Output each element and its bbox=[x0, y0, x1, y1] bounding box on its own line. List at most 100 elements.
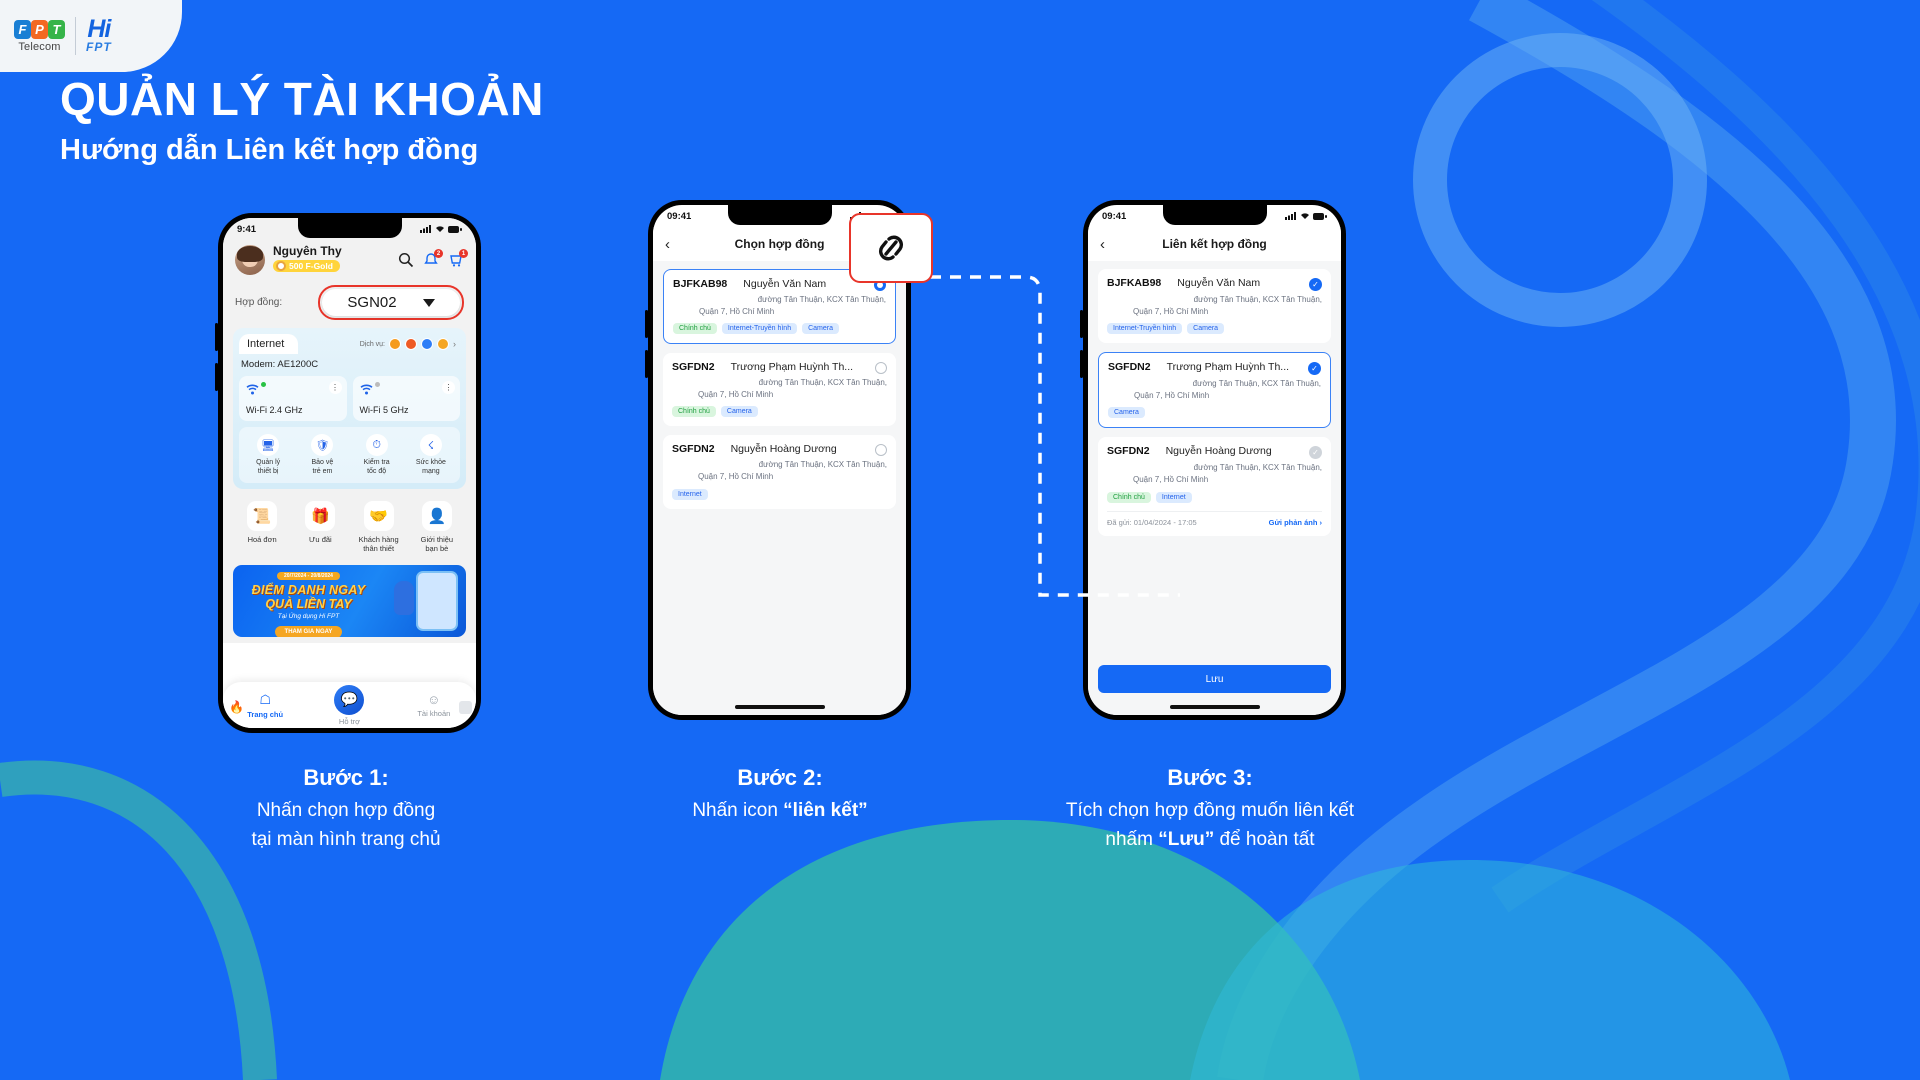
link-icon-callout[interactable] bbox=[849, 213, 933, 283]
home-header: Nguyên Thy 500 F-Gold 2 1 Hợp đồng: SGN0… bbox=[223, 240, 476, 328]
tag-service: Camera bbox=[802, 323, 839, 335]
step-line-1: Nhấn chọn hợp đồng bbox=[256, 800, 436, 821]
service-label: Giới thiệu bạn bè bbox=[420, 534, 454, 554]
banner-mascot bbox=[394, 581, 414, 615]
widget-icon[interactable] bbox=[459, 701, 472, 714]
kebab-menu-icon[interactable]: ⋮ bbox=[328, 381, 342, 394]
contract-dropdown[interactable]: SGN02 bbox=[322, 289, 460, 316]
tag-row: Chính chủ Internet-Truyền hình Camera bbox=[673, 323, 886, 335]
status-dot-online bbox=[261, 382, 267, 387]
checkbox-checked-icon[interactable]: ✓ bbox=[1309, 278, 1322, 291]
support-icon: 💬 bbox=[334, 684, 365, 715]
avatar[interactable] bbox=[235, 245, 265, 275]
fpt-letter-f: F bbox=[14, 19, 31, 39]
gift-icon: 🎁 bbox=[305, 500, 336, 531]
banner-cta-button[interactable]: THAM GIA NGAY bbox=[274, 626, 343, 637]
checkbox-checked-icon[interactable]: ✓ bbox=[1308, 362, 1321, 376]
service-invoice[interactable]: 📜 Hoá đơn bbox=[233, 500, 291, 555]
nav-support[interactable]: 💬 Hỗ trợ bbox=[307, 684, 391, 726]
status-dot-offline bbox=[374, 382, 380, 387]
phone-notch bbox=[1162, 205, 1267, 225]
step-desc: Nhấn chọn hợp đồng tại màn hình trang ch… bbox=[116, 797, 576, 854]
service-icons-row: Dịch vụ: › bbox=[360, 338, 460, 350]
step-title: Bước 1: bbox=[303, 765, 389, 790]
card-header: SGFDN2 Trương Phạm Huỳnh Th... bbox=[672, 361, 887, 375]
volume-down-button[interactable] bbox=[215, 363, 218, 391]
contract-card[interactable]: SGFDN2 Nguyễn Hoàng Dương đường Tân Thuậ… bbox=[663, 435, 896, 509]
service-label: Ưu đãi bbox=[309, 534, 332, 544]
step-line-1: Nhấn icon bbox=[692, 800, 784, 821]
checkbox-disabled-icon: ✓ bbox=[1309, 446, 1322, 460]
service-loyalty[interactable]: 🤝 Khách hàng thân thiết bbox=[350, 500, 408, 555]
fpt-telecom-label: Telecom bbox=[18, 40, 61, 53]
tool-child-protection[interactable]: 🛡 Bảo vệ trẻ em bbox=[295, 434, 349, 477]
step-line-1: Tích chọn hợp đồng muốn liên kết bbox=[1065, 800, 1355, 821]
page-subtitle: Hướng dẫn Liên kết hợp đồng bbox=[60, 134, 479, 166]
contract-label: Hợp đồng: bbox=[235, 297, 283, 308]
tag-row: Internet bbox=[672, 488, 887, 500]
search-icon[interactable] bbox=[398, 252, 414, 268]
banner-date: 20/7/2024 - 20/8/2024 bbox=[277, 572, 340, 580]
invoice-icon: 📜 bbox=[247, 500, 278, 531]
address-line-2: Quận 7, Hồ Chí Minh bbox=[698, 471, 774, 481]
step-line-2-post: để hoàn tất bbox=[1214, 828, 1315, 850]
status-icons bbox=[420, 225, 462, 233]
tool-label: Bảo vệ trẻ em bbox=[311, 459, 334, 475]
service-user-icon[interactable] bbox=[421, 338, 433, 350]
step-desc: Nhấn icon “liên kết” bbox=[550, 797, 1010, 826]
wifi-card-24[interactable]: ⋮ Wi-Fi 2.4 GHz bbox=[239, 376, 347, 421]
user-row: Nguyên Thy 500 F-Gold 2 1 bbox=[235, 244, 468, 276]
fpt-letter-p: P bbox=[31, 19, 48, 39]
contract-code: BJFKAB98 bbox=[673, 278, 728, 290]
loyalty-icon: 🤝 bbox=[363, 500, 394, 531]
volume-up-button[interactable] bbox=[215, 323, 218, 351]
back-chevron-icon[interactable]: ‹ bbox=[665, 236, 670, 253]
radio-button[interactable] bbox=[875, 444, 887, 457]
phone-notch bbox=[297, 218, 402, 238]
banner-phone-image bbox=[416, 571, 458, 631]
volume-down-button[interactable] bbox=[645, 350, 648, 378]
flame-icon: 🔥 bbox=[229, 700, 244, 714]
status-time: 9:41 bbox=[237, 223, 257, 235]
service-referral[interactable]: 👤 Giới thiệu bạn bè bbox=[408, 500, 466, 555]
tab-internet[interactable]: Internet bbox=[239, 334, 299, 354]
contract-owner-name: Nguyễn Văn Nam bbox=[1177, 277, 1261, 289]
wifi-card-5[interactable]: ⋮ Wi-Fi 5 GHz bbox=[352, 376, 460, 421]
tag-service: Camera bbox=[1187, 323, 1225, 335]
gold-badge[interactable]: 500 F-Gold bbox=[273, 260, 340, 272]
service-shield-icon[interactable] bbox=[437, 338, 449, 350]
tool-network-health[interactable]: ☇ Sức khỏe mạng bbox=[404, 434, 458, 477]
wifi-24-label: Wi-Fi 2.4 GHz bbox=[246, 405, 303, 415]
banner-line1: ĐIỂM DANH NGAY bbox=[251, 583, 366, 597]
feedback-link[interactable]: Gửi phản ánh › bbox=[1269, 518, 1322, 527]
save-button[interactable]: Lưu bbox=[1098, 665, 1331, 693]
kebab-menu-icon[interactable]: ⋮ bbox=[442, 381, 455, 394]
step-title: Bước 3: bbox=[1167, 765, 1253, 790]
chevron-right-icon[interactable]: › bbox=[453, 339, 456, 349]
step-line-1-bold: “liên kết” bbox=[783, 800, 868, 821]
referral-icon: 👤 bbox=[421, 500, 452, 531]
bell-badge: 2 bbox=[434, 249, 443, 258]
home-indicator bbox=[734, 705, 825, 709]
tool-device-manager[interactable]: 🖥 Quản lý thiết bị bbox=[241, 434, 295, 477]
tag-row: Chính chủ Camera bbox=[672, 406, 887, 418]
cart-icon[interactable]: 1 bbox=[448, 249, 468, 268]
contract-card[interactable]: SGFDN2 Trương Phạm Huỳnh Th... đường Tân… bbox=[663, 353, 896, 427]
network-health-icon: ☇ bbox=[419, 434, 442, 456]
step-line-2: tại màn hình trang chủ bbox=[251, 828, 441, 850]
bell-icon[interactable]: 2 bbox=[423, 249, 443, 268]
radio-button[interactable] bbox=[875, 362, 887, 375]
service-play-icon[interactable] bbox=[405, 338, 417, 350]
tool-speed-test[interactable]: ⏱ Kiểm tra tốc độ bbox=[350, 434, 404, 477]
service-label: Khách hàng thân thiết bbox=[358, 534, 399, 554]
home-body: Internet Dịch vụ: › Modem: AE1200C ⋮ Wi-… bbox=[223, 328, 476, 643]
header-actions: 2 1 bbox=[398, 249, 468, 268]
tag-owner: Chính chủ bbox=[672, 406, 716, 418]
user-name: Nguyên Thy bbox=[273, 244, 342, 258]
promo-banner[interactable]: 20/7/2024 - 20/8/2024 ĐIỂM DANH NGAY QUÀ… bbox=[233, 565, 466, 637]
service-promotion[interactable]: 🎁 Ưu đãi bbox=[291, 500, 349, 555]
service-fire-icon[interactable] bbox=[389, 338, 401, 350]
logo-divider bbox=[75, 17, 76, 55]
contract-highlight-box: SGN02 bbox=[318, 285, 464, 320]
volume-up-button[interactable] bbox=[645, 310, 648, 338]
